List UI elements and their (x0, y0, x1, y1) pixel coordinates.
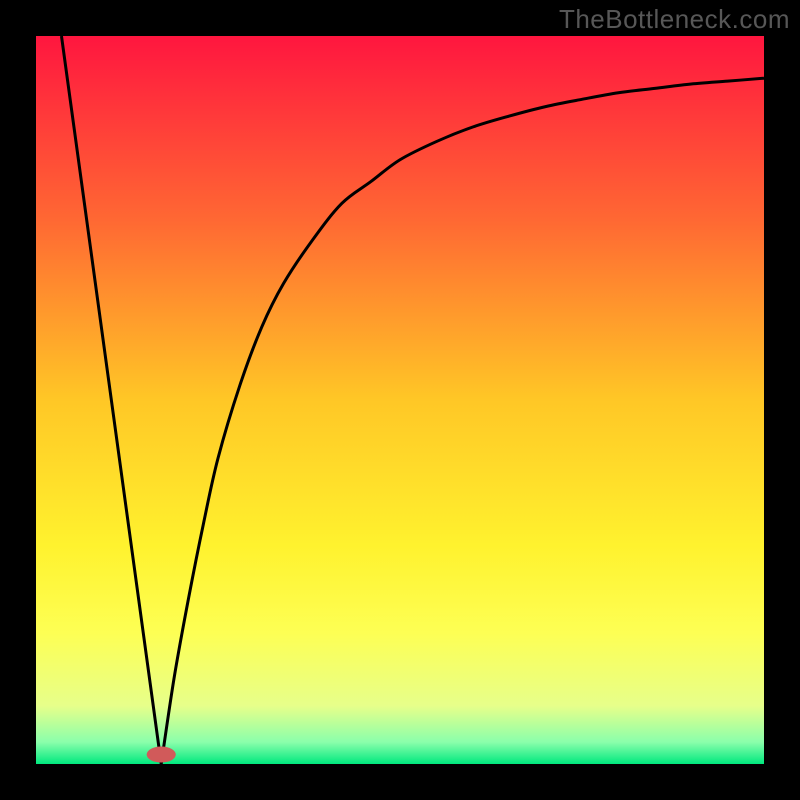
min-marker (147, 747, 176, 763)
chart-frame: TheBottleneck.com (0, 0, 800, 800)
bottleneck-chart (36, 36, 764, 764)
watermark-text: TheBottleneck.com (559, 4, 790, 35)
